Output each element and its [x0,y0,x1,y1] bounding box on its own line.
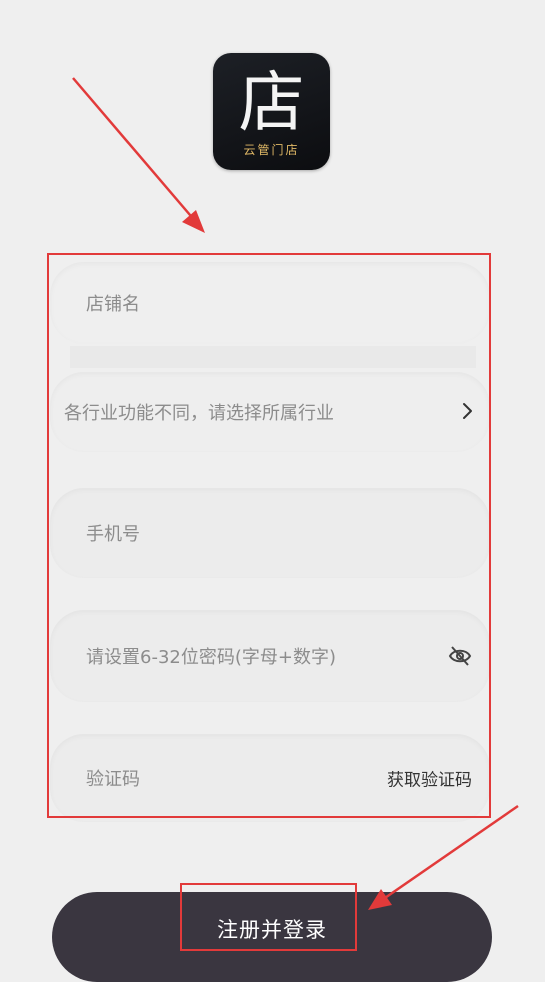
arrow-to-form [72,77,205,233]
arrow-to-button [368,804,519,910]
annotation-arrows [72,77,519,910]
